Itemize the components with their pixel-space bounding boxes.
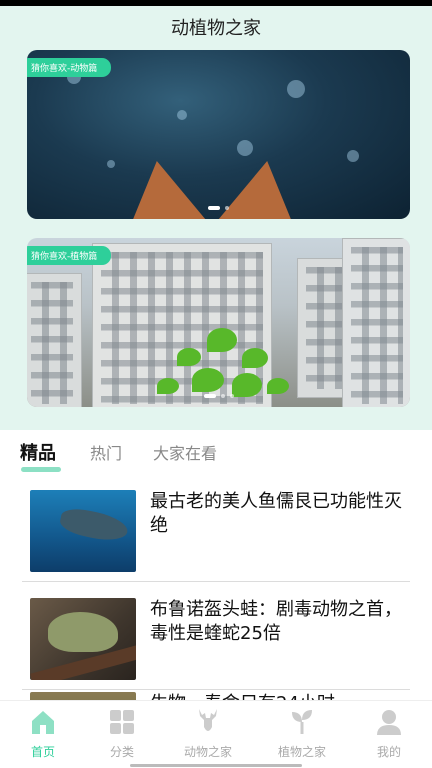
fox-ear [120, 161, 206, 219]
news-title: 生物，寿命只有24小时 [150, 692, 405, 700]
grid-icon [107, 707, 137, 737]
fox-ear [218, 161, 304, 219]
news-title: 最古老的美人鱼儒艮已功能性灭绝 [150, 491, 402, 536]
bokeh [107, 160, 115, 168]
carousel-dot[interactable] [225, 206, 229, 210]
nav-label: 分类 [109, 745, 134, 759]
bokeh [237, 140, 253, 156]
news-title: 布鲁诺盔头蛙：剧毒动物之首，毒性是蝰蛇25倍 [150, 599, 402, 644]
nav-animals[interactable]: 动物之家 [173, 707, 243, 760]
tab-hot[interactable]: 热门 [90, 440, 122, 464]
news-list: 最古老的美人鱼儒艮已功能性灭绝 布鲁诺盔头蛙：剧毒动物之首，毒性是蝰蛇25倍 生… [0, 480, 432, 700]
banner-tag: 猜你喜欢-动物篇 [27, 58, 112, 77]
bokeh [347, 150, 359, 162]
home-indicator [130, 764, 302, 767]
tab-featured[interactable]: 精品 [20, 439, 56, 465]
news-item[interactable]: 生物，寿命只有24小时 [0, 682, 432, 700]
carousel-dots [27, 206, 410, 210]
banner-plant[interactable]: 猜你喜欢-植物篇 [27, 238, 410, 407]
nav-plants[interactable]: 植物之家 [267, 707, 337, 760]
banner-tag: 猜你喜欢-植物篇 [27, 246, 112, 265]
nav-label: 动物之家 [183, 745, 232, 759]
carousel-dot[interactable] [220, 394, 225, 398]
nav-label: 首页 [30, 745, 55, 759]
category-tabs: 精品 热门 大家在看 [0, 436, 432, 476]
banner-animal[interactable]: 猜你喜欢-动物篇 [27, 50, 410, 219]
app-title: 动植物之家 [171, 18, 261, 39]
creature-image [30, 692, 136, 700]
home-icon [28, 707, 58, 737]
carousel-dot[interactable] [208, 206, 220, 210]
carousel-dot[interactable] [203, 394, 216, 398]
nav-category[interactable]: 分类 [87, 707, 157, 760]
manatee-image [30, 490, 136, 572]
nav-label: 植物之家 [277, 745, 326, 759]
carousel-dots [27, 394, 410, 398]
divider [22, 581, 410, 582]
news-item[interactable]: 最古老的美人鱼儒艮已功能性灭绝 [0, 480, 432, 585]
bokeh [177, 110, 187, 120]
bottom-nav: 首页 分类 动物之家 植物之家 我的 [0, 700, 432, 768]
tab-indicator [21, 467, 61, 472]
building [27, 273, 82, 407]
user-icon [374, 707, 404, 737]
nav-home[interactable]: 首页 [8, 707, 78, 760]
frog-image [30, 598, 136, 680]
sprout-icon [287, 707, 317, 737]
tab-popular[interactable]: 大家在看 [153, 440, 217, 464]
deer-icon [193, 707, 223, 737]
news-item[interactable]: 布鲁诺盔头蛙：剧毒动物之首，毒性是蝰蛇25倍 [0, 588, 432, 693]
nav-profile[interactable]: 我的 [354, 707, 424, 760]
building [342, 238, 410, 407]
bokeh [287, 80, 305, 98]
nav-label: 我的 [376, 745, 401, 759]
carousel-dot[interactable] [229, 394, 234, 398]
